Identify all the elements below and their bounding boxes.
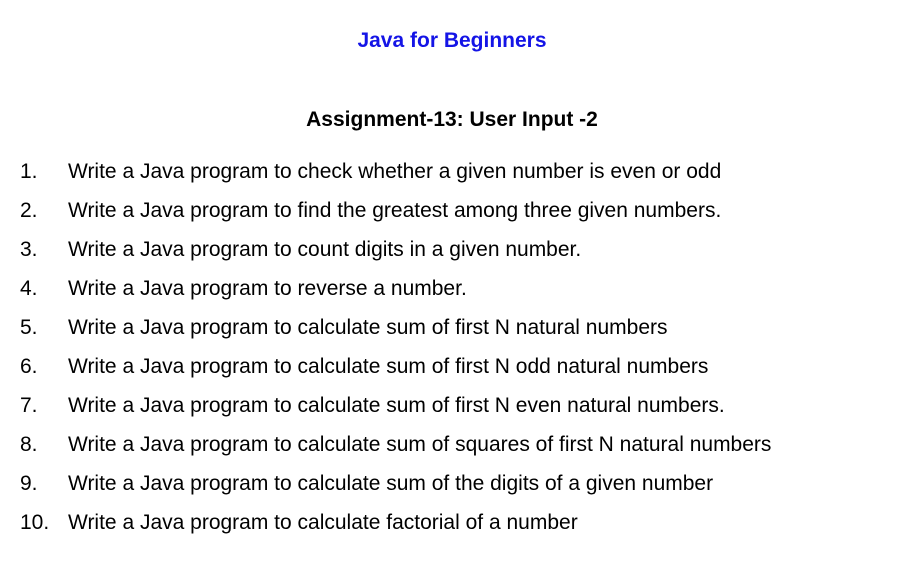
list-item: 4. Write a Java program to reverse a numb… bbox=[20, 273, 771, 312]
list-item: 3. Write a Java program to count digits i… bbox=[20, 234, 771, 273]
task-list: 1. Write a Java program to check whether … bbox=[20, 156, 771, 546]
list-item: 5. Write a Java program to calculate sum … bbox=[20, 312, 771, 351]
list-item-number: 3. bbox=[20, 238, 38, 261]
list-item: 1. Write a Java program to check whether … bbox=[20, 156, 771, 195]
list-item-text: Write a Java program to find the greates… bbox=[68, 199, 722, 222]
list-item: 2. Write a Java program to find the great… bbox=[20, 195, 771, 234]
document-page: Java for Beginners Assignment-13: User I… bbox=[0, 0, 908, 588]
list-item-text: Write a Java program to reverse a number… bbox=[68, 277, 467, 300]
assignment-heading: Assignment-13: User Input -2 bbox=[306, 108, 598, 131]
list-item-text: Write a Java program to check whether a … bbox=[68, 160, 722, 183]
list-item-text: Write a Java program to calculate sum of… bbox=[68, 394, 725, 417]
list-item: 8. Write a Java program to calculate sum … bbox=[20, 429, 771, 468]
list-item: 9. Write a Java program to calculate sum … bbox=[20, 468, 771, 507]
list-item-number: 2. bbox=[20, 199, 38, 222]
list-item-number: 1. bbox=[20, 160, 38, 183]
list-item-number: 7. bbox=[20, 394, 38, 417]
list-item: 6. Write a Java program to calculate sum … bbox=[20, 351, 771, 390]
list-item: 10. Write a Java program to calculate fac… bbox=[20, 507, 771, 546]
list-item-text: Write a Java program to count digits in … bbox=[68, 238, 582, 261]
list-item-number: 8. bbox=[20, 433, 38, 456]
list-item-text: Write a Java program to calculate sum of… bbox=[68, 316, 668, 339]
list-item: 7. Write a Java program to calculate sum … bbox=[20, 390, 771, 429]
list-item-number: 6. bbox=[20, 355, 38, 378]
list-item-text: Write a Java program to calculate sum of… bbox=[68, 355, 709, 378]
list-item-number: 5. bbox=[20, 316, 38, 339]
list-item-number: 9. bbox=[20, 472, 38, 495]
list-item-number: 10. bbox=[20, 511, 50, 534]
document-title: Java for Beginners bbox=[357, 29, 547, 52]
list-item-number: 4. bbox=[20, 277, 38, 300]
list-item-text: Write a Java program to calculate sum of… bbox=[68, 472, 714, 495]
list-item-text: Write a Java program to calculate sum of… bbox=[68, 433, 772, 456]
list-item-text: Write a Java program to calculate factor… bbox=[68, 511, 578, 534]
